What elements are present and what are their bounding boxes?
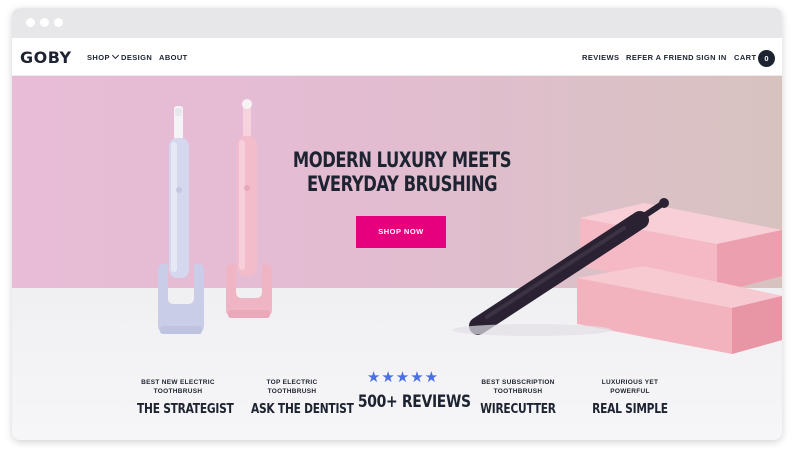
press-caption: BEST NEW ELECTRIC TOOTHBRUSH (128, 378, 228, 396)
browser-window: GOBY SHOP DESIGN ABOUT REVIEWS REFER A F… (12, 8, 782, 440)
press-item-strategist: BEST NEW ELECTRIC TOOTHBRUSH THE STRATEG… (128, 378, 234, 417)
press-item-wirecutter: BEST SUBSCRIPTION TOOTHBRUSH WIRECUTTER (468, 378, 568, 417)
press-item-ask-the-dentist: TOP ELECTRIC TOOTHBRUSH ASK THE DENTIST (242, 378, 354, 417)
press-caption-line-1: LUXURIOUS YET (601, 379, 659, 386)
press-name: WIRECUTTER (480, 402, 556, 417)
press-caption: TOP ELECTRIC TOOTHBRUSH (242, 378, 342, 396)
press-name: THE STRATEGIST (137, 402, 234, 417)
press-caption: BEST SUBSCRIPTION TOOTHBRUSH (468, 378, 568, 396)
pink-toothbrush-image (226, 99, 272, 318)
reviews-count: 500+ REVIEWS (357, 392, 471, 412)
press-caption-line-2: TOOTHBRUSH (153, 388, 203, 395)
hero-headline-line-2: EVERYDAY BRUSHING (306, 172, 498, 196)
press-name: ASK THE DENTIST (251, 402, 354, 417)
press-caption: LUXURIOUS YET POWERFUL (580, 378, 680, 396)
press-caption-line-2: POWERFUL (610, 388, 650, 395)
press-caption-line-1: TOP ELECTRIC (266, 379, 318, 386)
shop-now-button[interactable]: SHOP NOW (356, 216, 446, 248)
press-item-real-simple: LUXURIOUS YET POWERFUL REAL SIMPLE (580, 378, 680, 417)
press-item-reviews: ★★★★★ 500+ REVIEWS (348, 369, 471, 413)
press-caption-line-1: BEST NEW ELECTRIC (141, 379, 215, 386)
hero-headline-line-1: MODERN LUXURY MEETS (292, 148, 512, 172)
five-star-rating-icon: ★★★★★ (366, 369, 440, 386)
press-caption-line-2: TOOTHBRUSH (493, 388, 543, 395)
press-caption-line-2: TOOTHBRUSH (267, 388, 317, 395)
press-caption-line-1: BEST SUBSCRIPTION (481, 379, 555, 386)
hero-headline: MODERN LUXURY MEETS EVERYDAY BRUSHING (285, 148, 519, 196)
press-name: REAL SIMPLE (592, 402, 668, 417)
lavender-toothbrush-image (158, 106, 204, 334)
